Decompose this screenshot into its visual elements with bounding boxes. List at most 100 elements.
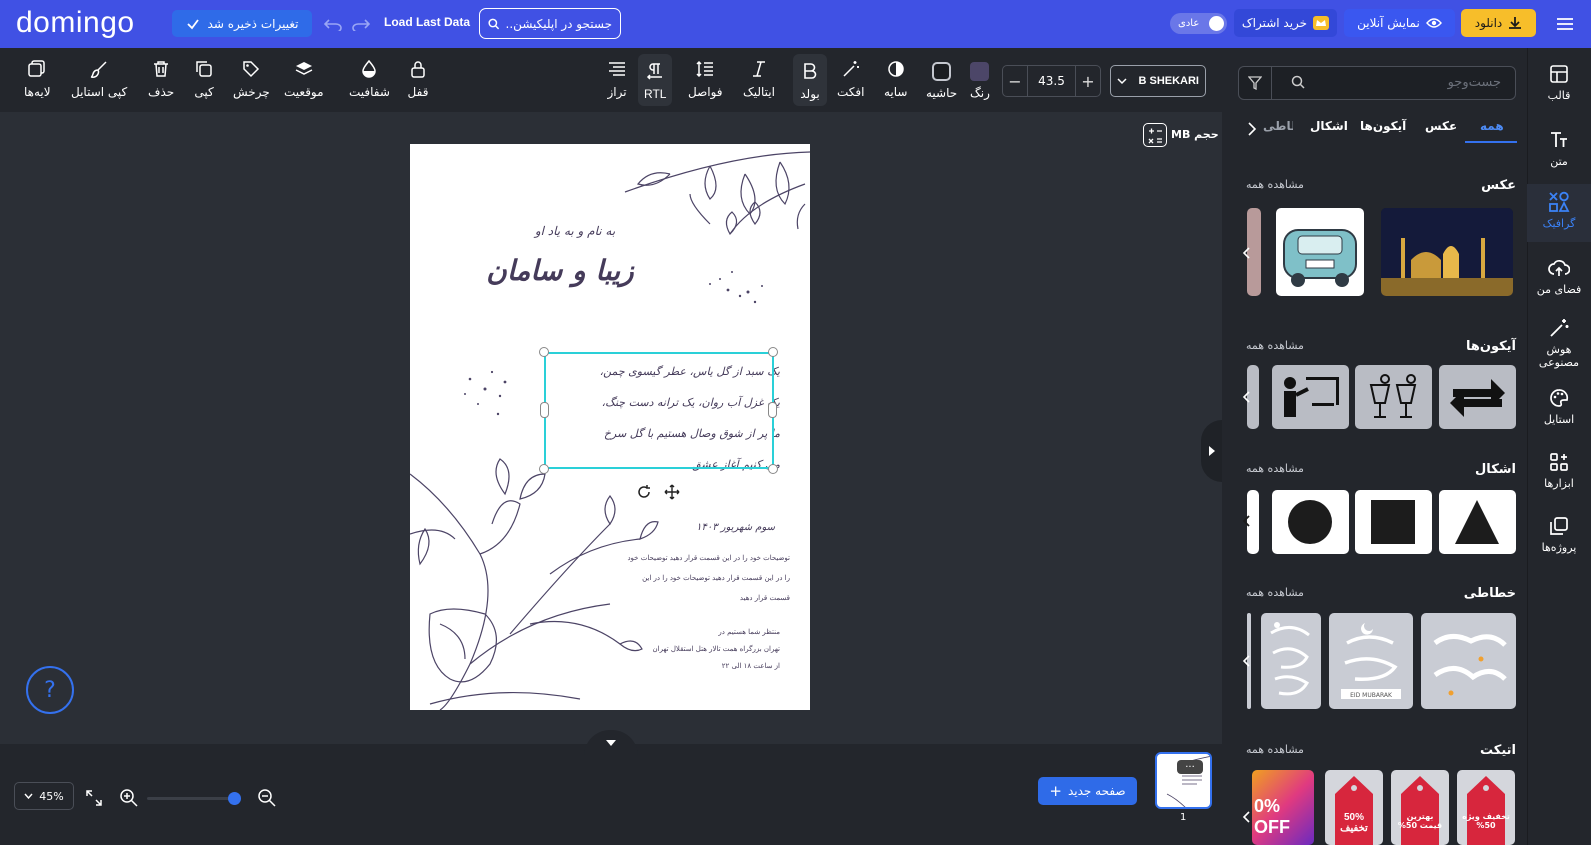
see-all-icons[interactable]: مشاهده همه: [1246, 339, 1304, 352]
zoom-slider-handle[interactable]: [228, 792, 241, 805]
see-all-sticker[interactable]: مشاهده همه: [1246, 743, 1304, 756]
calculator-icon[interactable]: [1143, 123, 1167, 147]
description-text[interactable]: توضیحات خود را در این قسمت قرار دهید توض…: [590, 548, 790, 608]
chevron-left-icon[interactable]: [1240, 246, 1254, 260]
chevron-left-icon[interactable]: [1240, 390, 1254, 404]
font-family-select[interactable]: B SHEKARI: [1110, 65, 1206, 97]
rotate-button[interactable]: چرخش: [233, 58, 270, 99]
copy-style-button[interactable]: کپی استایل: [71, 58, 127, 99]
new-page-button[interactable]: صفحه جدید +: [1038, 777, 1137, 805]
buy-subscription-button[interactable]: خرید اشتراک: [1234, 9, 1337, 37]
tab-shapes[interactable]: اشکال: [1310, 119, 1348, 133]
increase-size-button[interactable]: +: [1076, 72, 1100, 91]
redo-icon[interactable]: [348, 11, 374, 37]
load-last-data-button[interactable]: Load Last Data: [384, 15, 470, 29]
shape-triangle[interactable]: [1439, 490, 1516, 554]
rail-item-my-space[interactable]: فضای من: [1527, 256, 1591, 296]
bold-button[interactable]: بولد: [793, 54, 827, 106]
tab-icons[interactable]: آیکون‌ها: [1360, 119, 1406, 133]
app-logo[interactable]: domingo: [16, 6, 135, 40]
app-search-input[interactable]: جستجو در اپلیکیشن...: [479, 8, 621, 39]
color-button[interactable]: رنگ: [970, 86, 990, 100]
resize-handle[interactable]: [539, 347, 549, 357]
undo-icon[interactable]: [320, 11, 346, 37]
couple-names[interactable]: زیبا و سامان: [470, 254, 650, 287]
decrease-size-button[interactable]: −: [1003, 72, 1027, 91]
see-all-shapes[interactable]: مشاهده همه: [1246, 462, 1304, 475]
rail-item-style[interactable]: استایل: [1527, 386, 1591, 426]
effect-button[interactable]: افکت: [837, 58, 864, 99]
selection-box[interactable]: [544, 352, 774, 469]
see-all-photo[interactable]: مشاهده همه: [1246, 178, 1304, 191]
panel-search-input[interactable]: جست‌وجو: [1238, 66, 1516, 100]
align-button[interactable]: تراز: [606, 58, 628, 99]
zoom-out-icon[interactable]: [257, 788, 277, 808]
sticker-tile[interactable]: بهترین قیمت 50%: [1391, 770, 1449, 845]
rail-item-graphic[interactable]: گرافیک: [1527, 184, 1591, 242]
position-button[interactable]: موقعیت: [284, 58, 324, 99]
lock-button[interactable]: قفل: [407, 58, 429, 99]
rail-item-ai[interactable]: هوش مصنوعی: [1527, 316, 1591, 369]
see-all-calligraphy[interactable]: مشاهده همه: [1246, 586, 1304, 599]
page-more-button[interactable]: ...: [1177, 760, 1203, 774]
header-text[interactable]: به نام و به یاد او: [500, 224, 650, 238]
date-text[interactable]: سوم شهریور ۱۴۰۳: [610, 522, 775, 533]
icon-tile[interactable]: [1355, 365, 1432, 429]
color-swatch[interactable]: [970, 62, 989, 81]
mode-toggle[interactable]: عادی: [1170, 13, 1227, 34]
help-button[interactable]: ?: [26, 666, 74, 714]
tab-all[interactable]: همه: [1480, 119, 1504, 133]
shape-square[interactable]: [1355, 490, 1432, 554]
spacing-button[interactable]: فواصل: [688, 58, 723, 99]
fullscreen-icon[interactable]: [85, 789, 103, 807]
photo-tile[interactable]: [1381, 208, 1513, 296]
zoom-slider[interactable]: [147, 797, 237, 800]
hamburger-menu-icon[interactable]: [1553, 12, 1577, 36]
shape-circle[interactable]: [1272, 490, 1349, 554]
chevron-left-icon[interactable]: [1240, 514, 1254, 528]
sticker-tile[interactable]: 50% تخفیف: [1325, 770, 1383, 845]
chevron-left-icon[interactable]: [1240, 654, 1254, 668]
rotate-handle-icon[interactable]: [632, 480, 656, 504]
font-size-value[interactable]: 43.5: [1027, 66, 1076, 96]
saved-status-button[interactable]: تغییرات ذخیره شد: [172, 10, 312, 37]
chevron-right-icon[interactable]: [1247, 122, 1257, 136]
calligraphy-tile[interactable]: EID MUBARAK: [1329, 613, 1413, 709]
chevron-left-icon[interactable]: [1240, 810, 1254, 824]
copy-button[interactable]: کپی: [193, 58, 215, 99]
delete-button[interactable]: حذف: [148, 58, 174, 99]
tab-calligraphy[interactable]: خطاطی: [1263, 119, 1293, 133]
zoom-select[interactable]: 45%: [14, 782, 74, 810]
shadow-button[interactable]: سایه: [884, 58, 907, 99]
move-handle-icon[interactable]: [660, 480, 684, 504]
resize-handle[interactable]: [539, 464, 549, 474]
photo-tile[interactable]: [1276, 208, 1364, 296]
font-size-stepper[interactable]: − 43.5 +: [1002, 65, 1101, 97]
icon-tile[interactable]: [1439, 365, 1516, 429]
rail-item-projects[interactable]: پروژه‌ها: [1527, 514, 1591, 554]
italic-button[interactable]: ایتالیک: [743, 58, 775, 99]
opacity-button[interactable]: شفافیت: [349, 58, 390, 99]
icon-tile[interactable]: [1272, 365, 1349, 429]
filter-button[interactable]: [1238, 66, 1272, 100]
tab-photo[interactable]: عکس: [1425, 119, 1457, 133]
resize-handle[interactable]: [768, 402, 777, 418]
rtl-button[interactable]: RTL: [638, 54, 673, 106]
collapse-panel-button[interactable]: [1201, 420, 1222, 482]
border-swatch[interactable]: [932, 62, 951, 81]
calligraphy-tile[interactable]: [1261, 613, 1321, 709]
rail-item-text[interactable]: متن: [1527, 128, 1591, 168]
resize-handle[interactable]: [768, 464, 778, 474]
calligraphy-tile[interactable]: [1421, 613, 1516, 709]
resize-handle[interactable]: [540, 402, 549, 418]
resize-handle[interactable]: [768, 347, 778, 357]
zoom-in-icon[interactable]: [119, 788, 139, 808]
rail-item-tools[interactable]: ابزارها: [1527, 450, 1591, 490]
sticker-tile[interactable]: 0% OFF: [1252, 770, 1314, 845]
footer-text[interactable]: منتظر شما هستیم در تهران بزرگراه همت تال…: [610, 624, 781, 675]
download-button[interactable]: دانلود: [1461, 9, 1536, 37]
sticker-tile[interactable]: تخفیف ویژه 50%: [1457, 770, 1515, 845]
border-button[interactable]: حاشیه: [926, 86, 957, 100]
layers-button[interactable]: لایه‌ها: [24, 58, 51, 99]
rail-item-template[interactable]: قالب: [1527, 62, 1591, 102]
